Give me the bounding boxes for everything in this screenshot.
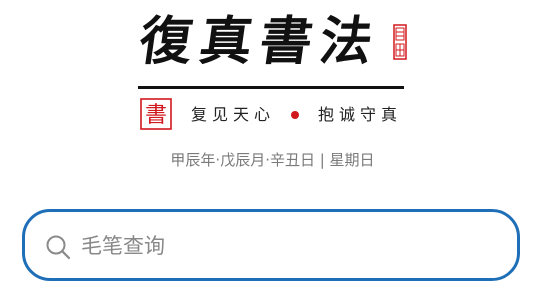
home-page: 復真書法 書 复见天心 抱诚守真 甲辰年·戊辰月·辛丑日 | 星期日 [0, 0, 545, 296]
red-dot-separator [291, 111, 299, 119]
lunar-date: 甲辰年·戊辰月·辛丑日 | 星期日 [170, 151, 375, 169]
logo-title: 復真書法 [135, 11, 385, 72]
seal-stamp-icon [393, 24, 407, 60]
motto-left: 复见天心 [191, 105, 276, 124]
search-input[interactable] [81, 226, 501, 266]
search-icon[interactable] [45, 234, 71, 260]
shu-seal-icon: 書 [140, 98, 172, 130]
search-box[interactable] [22, 209, 520, 281]
calligraphy-logo: 復真書法 [135, 8, 410, 80]
motto-right: 抱诚守真 [318, 105, 403, 124]
shu-seal-char: 書 [145, 103, 167, 128]
logo-divider [138, 86, 404, 89]
